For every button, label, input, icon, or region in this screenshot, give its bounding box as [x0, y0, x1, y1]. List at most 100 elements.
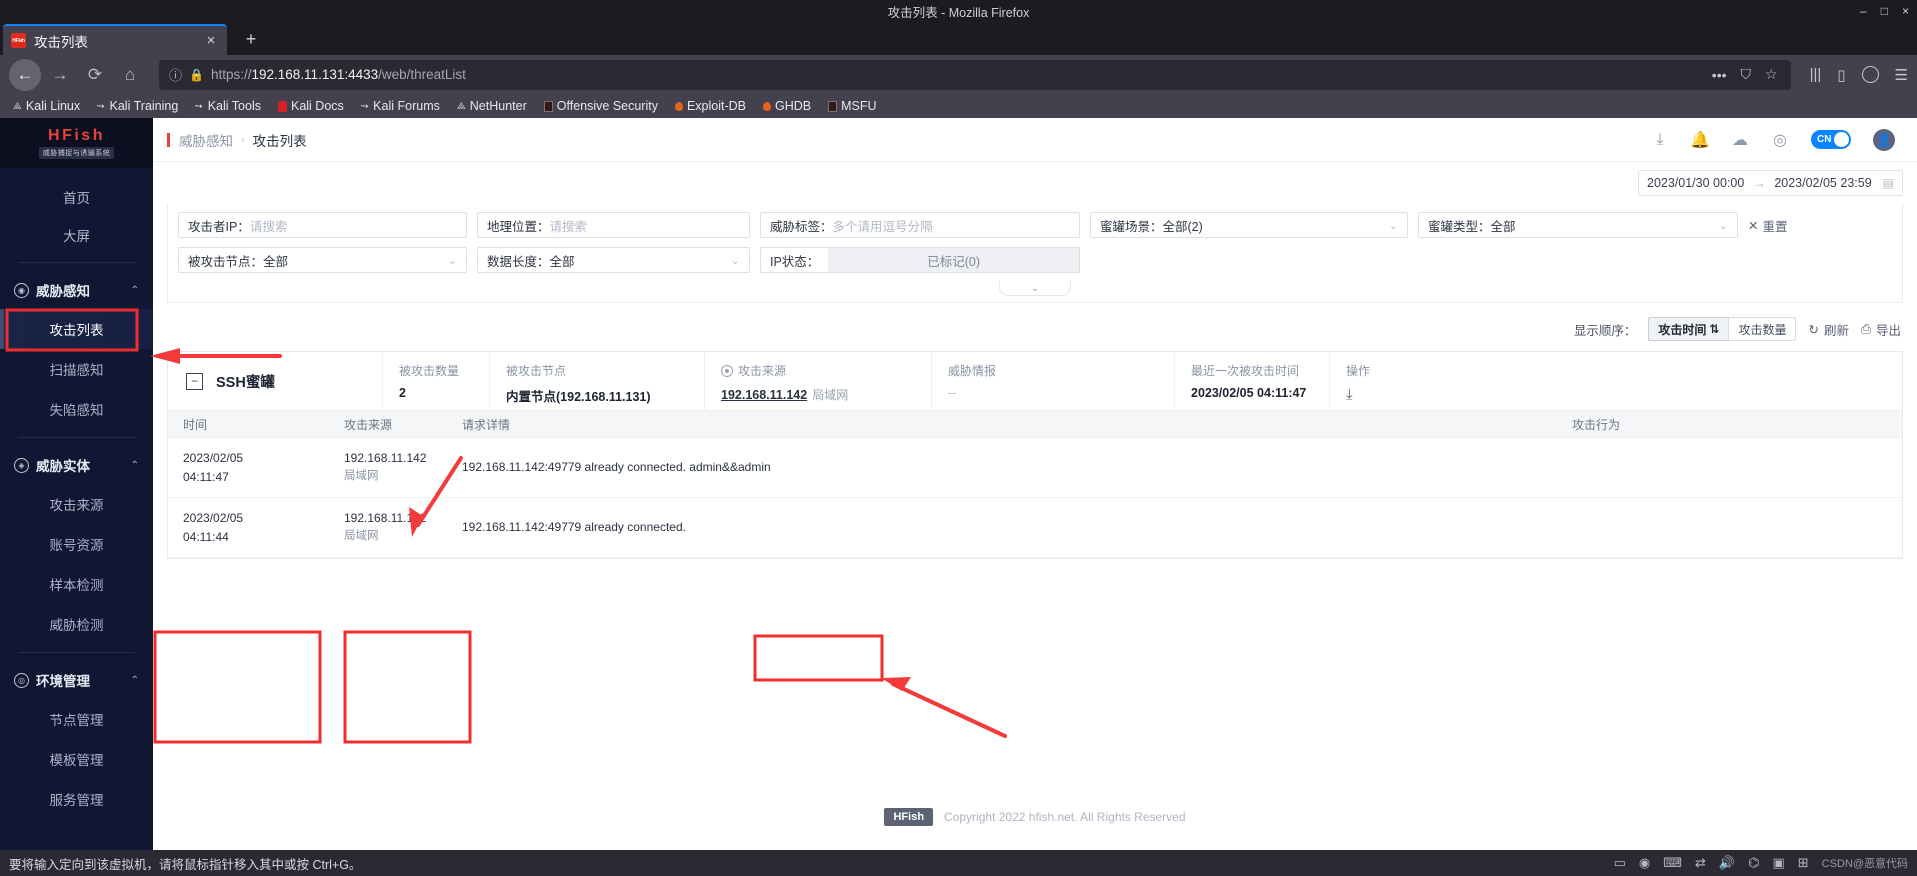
sort-by-count-button[interactable]: 攻击数量 [1728, 317, 1797, 341]
sidebar-item-attack-source[interactable]: 攻击来源 [0, 484, 153, 524]
filter-row-2: 被攻击节点： 全部 ⌄ 数据长度： 全部 ⌄ IP状态： 已标记(0) [168, 238, 1902, 273]
avatar[interactable]: 👤 [1873, 128, 1895, 151]
date-range-picker[interactable]: 2023/01/30 00:00 → 2023/02/05 23:59 ▤ [1638, 170, 1903, 196]
url-path: /web/threatList [378, 67, 466, 82]
printer-icon[interactable]: ▣ [1772, 855, 1784, 871]
sidebar-item-node-management[interactable]: 节点管理 [0, 699, 153, 739]
reset-button[interactable]: ✕ 重置 [1744, 212, 1792, 238]
bookmark-msfu[interactable]: MSFU [821, 97, 883, 115]
header-actions: ⤓ 🔔 ☁ ◎ CN 👤 [1651, 128, 1895, 151]
address-bar[interactable]: ⓘ 🔒 https://192.168.11.131:4433/web/thre… [159, 59, 1791, 90]
sidebar-group-threat-awareness[interactable]: ◉ 威胁感知 ⌃ [0, 271, 153, 309]
disk-icon[interactable]: ◉ [1639, 855, 1650, 871]
table-row[interactable]: 2023/02/05 04:11:47 192.168.11.142 局域网 1… [168, 438, 1902, 499]
bookmark-kali-tools[interactable]: ➘ Kali Tools [188, 97, 268, 115]
collapse-minus-icon[interactable]: − [186, 372, 203, 390]
account-icon[interactable] [1861, 66, 1879, 83]
maximize-button[interactable]: □ [1881, 0, 1888, 22]
geo-location-input[interactable]: 地理位置： 请搜索 [477, 212, 750, 238]
breadcrumb-parent[interactable]: 威胁感知 [179, 130, 233, 150]
library-icon[interactable]: ||| [1810, 66, 1822, 83]
honeypot-type-select[interactable]: 蜜罐类型： 全部 ⌄ [1418, 212, 1738, 238]
bookmark-kali-docs[interactable]: Kali Docs [271, 97, 351, 115]
bookmark-offensive-security[interactable]: Offensive Security [537, 97, 665, 115]
sidebar-item-threat-detection[interactable]: 威胁检测 [0, 604, 153, 644]
close-window-button[interactable]: × [1902, 0, 1909, 22]
filter-label: 蜜罐场景： [1100, 219, 1163, 234]
sidebar-item-account-resource[interactable]: 账号资源 [0, 524, 153, 564]
date-end[interactable]: 2023/02/05 23:59 [1774, 176, 1871, 190]
refresh-button[interactable]: ↻ 刷新 [1808, 320, 1849, 339]
filter-placeholder: 请搜索 [249, 219, 288, 234]
attack-source-link[interactable]: 192.168.11.142 [721, 388, 807, 402]
honeypot-title-block[interactable]: − SSH蜜罐 [168, 352, 382, 410]
bookmark-kali-training[interactable]: ➘ Kali Training [90, 97, 185, 115]
sidebar-group-environment[interactable]: ◎ 环境管理 ⌃ [0, 661, 153, 699]
sidebar-item-attack-list[interactable]: 攻击列表 [0, 309, 153, 349]
usb-icon[interactable]: ⌬ [1748, 855, 1759, 871]
filter-collapse-toggle[interactable]: ⌄ [999, 281, 1071, 296]
date-start[interactable]: 2023/01/30 00:00 [1647, 176, 1744, 190]
main-area: 威胁感知 › 攻击列表 ⤓ 🔔 ☁ ◎ CN 👤 2023/01/30 00:0… [153, 118, 1917, 850]
forward-button[interactable]: → [44, 59, 76, 91]
threat-tag-input[interactable]: 威胁标签： 多个请用逗号分隔 [760, 212, 1080, 238]
sidebar-toggle-icon[interactable]: ▯ [1837, 66, 1845, 84]
sidebar-item-home[interactable]: 首页 [0, 178, 153, 216]
bookmark-label: Kali Linux [25, 99, 81, 113]
new-tab-button[interactable]: + [240, 29, 262, 50]
keyboard-icon[interactable]: ⌨ [1663, 855, 1682, 871]
reload-button[interactable]: ⟳ [79, 59, 111, 91]
tab-strip: HFish 攻击列表 × + [0, 22, 1917, 55]
minimize-button[interactable]: – [1860, 0, 1867, 22]
sort-by-time-button[interactable]: 攻击时间 ⇅ [1648, 317, 1729, 341]
bookmark-kali-linux[interactable]: ⟁ Kali Linux [6, 97, 87, 115]
sound-icon[interactable]: 🔊 [1719, 855, 1735, 871]
app-logo[interactable]: HFish 威胁捕捉与诱骗系统 [0, 118, 153, 168]
sidebar-group-threat-entity[interactable]: ◈ 威胁实体 ⌃ [0, 446, 153, 484]
fullscreen-icon[interactable]: ⊞ [1798, 855, 1809, 871]
bell-icon[interactable]: 🔔 [1690, 131, 1710, 149]
insecure-lock-icon[interactable]: 🔒 [189, 68, 204, 82]
browser-tab[interactable]: HFish 攻击列表 × [3, 24, 227, 55]
bookmark-label: MSFU [841, 99, 877, 113]
cloud-icon[interactable]: ☁ [1731, 131, 1749, 149]
bookmark-ghdb[interactable]: GHDB [756, 97, 818, 115]
download-record-icon[interactable]: ⤓ [1346, 386, 1902, 403]
settings-icon[interactable]: ◎ [1771, 131, 1789, 149]
browser-window: 攻击列表 - Mozilla Firefox – □ × HFish 攻击列表 … [0, 0, 1917, 876]
pocket-icon[interactable]: ⛉ [1741, 66, 1752, 83]
home-button[interactable]: ⌂ [114, 59, 146, 91]
display-icon[interactable]: ▭ [1614, 855, 1626, 871]
close-tab-icon[interactable]: × [203, 32, 219, 49]
download-icon[interactable]: ⤓ [1651, 131, 1669, 149]
honeypot-card: − SSH蜜罐 被攻击数量 2 被攻击节点 内置节点(192.168.11.13… [167, 351, 1903, 560]
honeypot-scene-select[interactable]: 蜜罐场景： 全部(2) ⌄ [1090, 212, 1408, 238]
bookmark-kali-forums[interactable]: ➘ Kali Forums [354, 97, 447, 115]
bookmark-nethunter[interactable]: ⟁ NetHunter [450, 97, 534, 115]
sidebar-item-compromise-awareness[interactable]: 失陷感知 [0, 389, 153, 429]
sidebar-item-template-management[interactable]: 模板管理 [0, 739, 153, 779]
table-row[interactable]: 2023/02/05 04:11:44 192.168.11.142 局域网 1… [168, 498, 1902, 559]
vm-status-message: 要将输入定向到该虚拟机，请将鼠标指针移入其中或按 Ctrl+G。 [9, 857, 362, 872]
sidebar-item-scan-awareness[interactable]: 扫描感知 [0, 349, 153, 389]
sidebar-item-service-management[interactable]: 服务管理 [0, 779, 153, 819]
back-button[interactable]: ← [9, 58, 41, 91]
page-actions-icon[interactable]: ••• [1712, 67, 1727, 83]
page-info-icon[interactable]: ⓘ [169, 65, 182, 84]
network-icon[interactable]: ⇄ [1695, 855, 1706, 871]
app-menu-icon[interactable]: ☰ [1895, 66, 1908, 84]
language-toggle[interactable]: CN [1811, 130, 1851, 149]
export-button[interactable]: ⎙ 导出 [1861, 320, 1901, 339]
stat-attack-count: 被攻击数量 2 [382, 352, 489, 410]
sidebar-item-dashboard[interactable]: 大屏 [0, 216, 153, 254]
calendar-icon[interactable]: ▤ [1883, 176, 1894, 190]
data-length-select[interactable]: 数据长度： 全部 ⌄ [477, 247, 750, 273]
attacker-ip-input[interactable]: 攻击者IP： 请搜索 [178, 212, 467, 238]
vm-status-bar: 要将输入定向到该虚拟机，请将鼠标指针移入其中或按 Ctrl+G。 ▭ ◉ ⌨ ⇄… [0, 850, 1917, 876]
attacked-node-select[interactable]: 被攻击节点： 全部 ⌄ [178, 247, 467, 273]
bookmark-exploit-db[interactable]: Exploit-DB [668, 97, 753, 115]
sidebar-item-sample-detection[interactable]: 样本检测 [0, 564, 153, 604]
ip-state-chip[interactable]: 已标记(0) [828, 248, 1079, 272]
ip-state-filter[interactable]: IP状态： 已标记(0) [760, 247, 1080, 273]
bookmark-star-icon[interactable]: ☆ [1765, 66, 1778, 83]
